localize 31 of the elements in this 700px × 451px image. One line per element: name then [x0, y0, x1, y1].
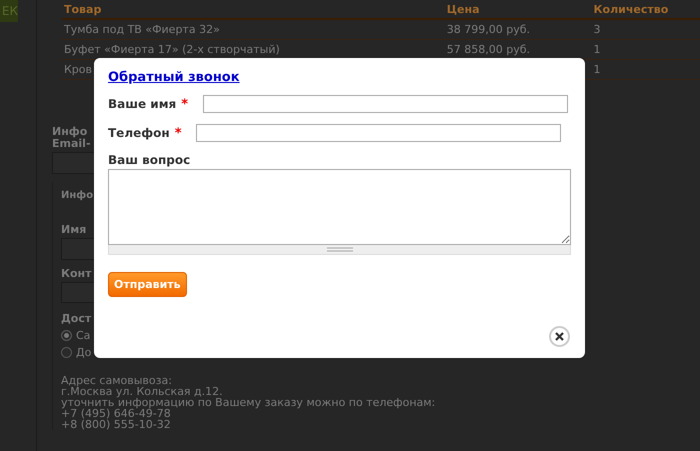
column-header: Товар [62, 0, 445, 19]
pickup-info: Адрес самовывоза: г.Москва ул. Кольская д.12. уточнить информацию по Вашему заказу можно по телефонам: +7 (495) 646-49-78 +8 (800) 555-10-32 [61, 375, 436, 430]
radio-label: До [76, 346, 92, 359]
resize-grip[interactable] [108, 245, 571, 255]
column-header: Количество [592, 0, 700, 19]
table-cell: 1 [592, 60, 700, 80]
table-cell: Тумба под ТВ «Фиерта 32» [62, 19, 445, 40]
delivery-label: Дост [61, 313, 92, 325]
field-label: Телефон [108, 126, 170, 140]
table-cell: 3 [592, 19, 700, 40]
panel-title: Инфо [61, 190, 94, 202]
radio-label: Са [76, 329, 90, 342]
column-header: Цена [444, 0, 592, 19]
section-heading: Инфо [52, 126, 88, 138]
submit-button[interactable]: Отправить [108, 272, 187, 297]
name-label: Имя [61, 224, 86, 236]
close-button[interactable] [549, 326, 570, 347]
close-icon [555, 332, 564, 341]
text-field[interactable] [203, 95, 568, 113]
text-field[interactable] [196, 124, 561, 142]
grip-icon [326, 247, 352, 252]
required-mark: * [174, 126, 182, 140]
field-label: Ваш вопрос [108, 153, 190, 167]
radio-button[interactable] [61, 347, 72, 358]
table-cell: 38 799,00 руб. [444, 19, 592, 40]
email-label: Email- [52, 138, 91, 150]
radio-button[interactable] [61, 330, 72, 341]
field-label: Ваше имя [108, 97, 176, 111]
table-cell: 1 [592, 40, 700, 60]
required-mark: * [181, 96, 188, 112]
contact-label: Конт [61, 268, 92, 280]
